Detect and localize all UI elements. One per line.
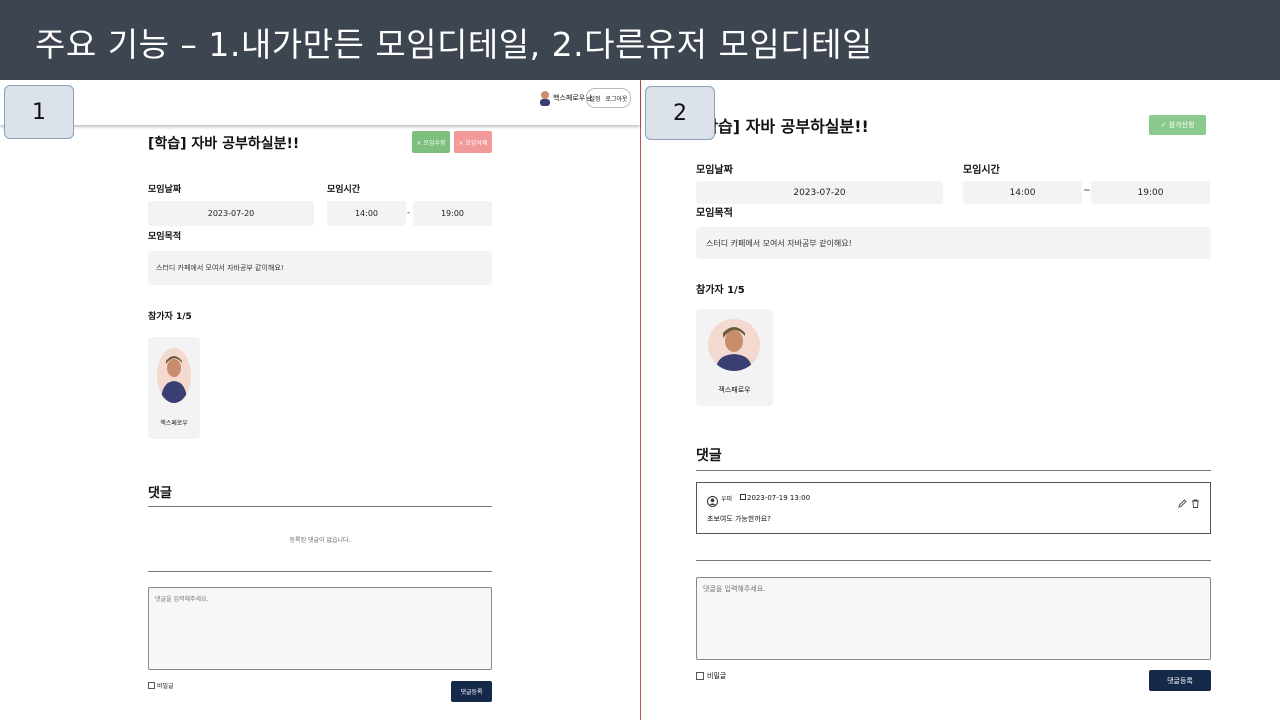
purpose-value: 스터디 카페에서 모여서 자바공부 같이해요! — [148, 251, 492, 285]
time-separator-2: ~ — [1083, 186, 1091, 196]
purpose-label: 모임목적 — [148, 232, 182, 242]
settings-link[interactable]: 설정 — [589, 94, 600, 103]
comment-author: 우피 — [721, 496, 733, 503]
participant-avatar — [157, 348, 191, 403]
purpose-text-2: 스터디 카페에서 모여서 자바공부 같이해요! — [706, 238, 852, 248]
date-label: 모임날짜 — [148, 185, 182, 195]
comments-divider-bottom-2 — [696, 560, 1211, 561]
nav-avatar-icon — [539, 90, 551, 106]
join-button[interactable]: ✓ 참가신청 — [1149, 115, 1206, 135]
date-value: 2023-07-20 — [148, 201, 314, 226]
no-comments-text: 등록된 댓글이 없습니다. — [289, 537, 351, 544]
logout-link[interactable]: 로그아웃 — [605, 94, 627, 103]
comments-title: 댓글 — [148, 486, 172, 501]
participants-label-2: 참가자 1/5 — [696, 285, 745, 296]
meeting-title: [학습] 자바 공부하실분!! — [148, 136, 300, 152]
time-label: 모임시간 — [327, 185, 361, 195]
secret-checkbox[interactable] — [148, 682, 155, 689]
edit-icon[interactable] — [1178, 493, 1187, 508]
secret-option: 비밀글 — [148, 681, 174, 690]
time-start: 14:00 — [327, 201, 406, 226]
nav-auth-group: 설정 로그아웃 — [586, 88, 631, 108]
meeting-title-2: [학습] 자바 공부하실분!! — [696, 117, 869, 136]
time-label-2: 모임시간 — [963, 165, 1000, 176]
comment-date: 2023-07-19 13:00 — [747, 494, 811, 502]
delete-icon[interactable] — [1191, 493, 1200, 508]
date-value-2: 2023-07-20 — [696, 181, 943, 204]
panel-divider — [640, 80, 641, 720]
purpose-text: 스터디 카페에서 모여서 자바공부 같이해요! — [156, 264, 284, 272]
comments-title-2: 댓글 — [696, 448, 722, 464]
purpose-value-2: 스터디 카페에서 모여서 자바공부 같이해요! — [696, 227, 1211, 259]
comments-divider-top-2 — [696, 470, 1211, 471]
secret-label: 비밀글 — [157, 683, 174, 690]
secret-label-2: 비밀글 — [707, 672, 727, 680]
secret-option-2: 비밀글 — [696, 671, 726, 681]
slide-title: 주요 기능 – 1.내가만든 모임디테일, 2.다른유저 모임디테일 — [35, 25, 873, 64]
purpose-label-2: 모임목적 — [696, 208, 733, 219]
submit-comment-button[interactable]: 댓글등록 — [451, 681, 492, 702]
time-separator: - — [407, 208, 410, 217]
submit-comment-button-2[interactable]: 댓글등록 — [1149, 670, 1211, 691]
time-end: 19:00 — [413, 201, 492, 226]
participant-name-2: 잭스패로우 — [718, 386, 751, 394]
panel-number-2: 2 — [645, 86, 715, 140]
comment-input-2[interactable] — [696, 577, 1211, 660]
slide-header: 주요 기능 – 1.내가만든 모임디테일, 2.다른유저 모임디테일 — [0, 0, 1280, 80]
comment-item: 우피 2023-07-19 13:00 초보여도 가능한까요? — [696, 482, 1211, 534]
edit-meeting-button[interactable]: × 모임수정 — [412, 131, 450, 153]
calendar-icon — [740, 494, 746, 500]
date-label-2: 모임날짜 — [696, 165, 733, 176]
comments-divider-bottom — [148, 571, 492, 572]
secret-checkbox-2[interactable] — [696, 672, 704, 680]
participant-avatar-2 — [708, 319, 760, 371]
time-start-2: 14:00 — [963, 181, 1082, 204]
participant-name: 잭스페로우 — [160, 420, 188, 427]
comments-divider-top — [148, 506, 492, 507]
panel-number-1: 1 — [4, 85, 74, 139]
time-end-2: 19:00 — [1091, 181, 1210, 204]
delete-meeting-button[interactable]: × 모임삭제 — [454, 131, 492, 153]
comment-input[interactable] — [148, 587, 492, 670]
comment-text: 초보여도 가능한까요? — [707, 515, 771, 523]
user-icon — [707, 492, 718, 507]
participants-label: 참가자 1/5 — [148, 312, 192, 322]
